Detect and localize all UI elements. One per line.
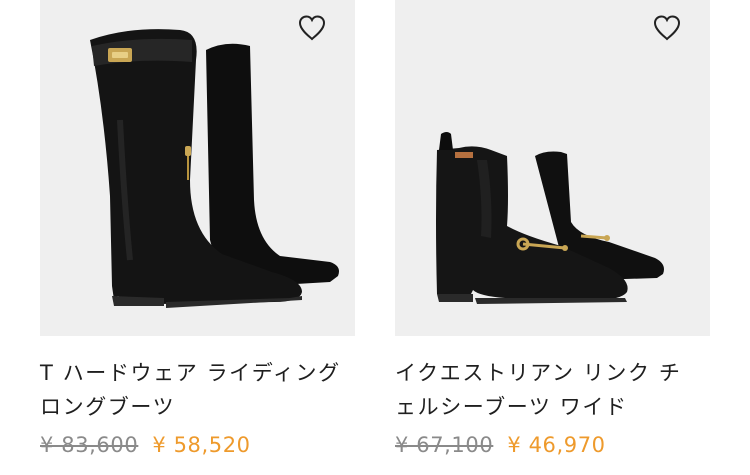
- product-image-riding-boots[interactable]: [40, 0, 355, 336]
- product-title-line2: ロングブーツ: [40, 395, 176, 419]
- riding-boots-image: [90, 29, 339, 308]
- product-card[interactable]: T ハードウェア ライディング ロングブーツ ¥ 83,600 ¥ 58,520: [40, 0, 355, 457]
- sale-price: ¥ 58,520: [152, 433, 251, 457]
- product-title[interactable]: イクエストリアン リンク チ ェルシーブーツ ワイド: [395, 356, 715, 424]
- chelsea-boots-image: [436, 132, 664, 304]
- product-title-line2: ェルシーブーツ ワイド: [395, 395, 628, 419]
- original-price: ¥ 67,100: [395, 433, 494, 457]
- sale-price: ¥ 46,970: [507, 433, 606, 457]
- product-title-line1: T ハードウェア ライディング: [40, 361, 341, 385]
- product-image-chelsea-boots[interactable]: [395, 0, 710, 336]
- original-price: ¥ 83,600: [40, 433, 139, 457]
- product-title[interactable]: T ハードウェア ライディング ロングブーツ: [40, 356, 360, 424]
- wishlist-heart-icon[interactable]: [652, 14, 682, 42]
- price-row: ¥ 67,100 ¥ 46,970: [395, 430, 606, 460]
- product-title-line1: イクエストリアン リンク チ: [395, 361, 682, 385]
- product-card[interactable]: イクエストリアン リンク チ ェルシーブーツ ワイド ¥ 67,100 ¥ 46,…: [395, 0, 710, 457]
- wishlist-heart-icon[interactable]: [297, 14, 327, 42]
- price-row: ¥ 83,600 ¥ 58,520: [40, 430, 251, 460]
